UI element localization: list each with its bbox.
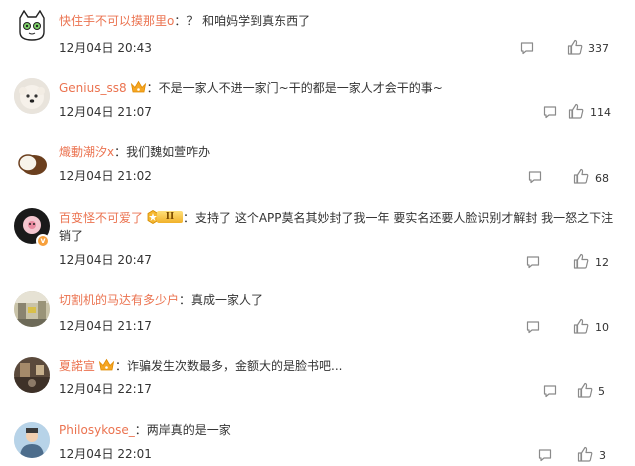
like-count: 114 <box>590 106 611 119</box>
like-button[interactable] <box>572 167 590 185</box>
reply-icon <box>543 106 557 119</box>
comment-item: Genius_ss8 ：不是一家人不进一家门~干的都是一家人才会干的事~ 12月0… <box>0 72 635 138</box>
username-link[interactable]: 快住手不可以摸那里o <box>59 14 174 28</box>
separator: ： <box>115 359 128 373</box>
like-button[interactable] <box>572 252 590 270</box>
cat-avatar <box>14 8 50 44</box>
comment-body: 熾動潮汐x：我们魏如萱咋办 <box>59 143 621 161</box>
crown-badge-icon <box>130 80 146 93</box>
comment-item: v 百变怪不可爱了 II ：支持了 这个APP莫名其妙封了我一年 要实名还要人脸识别… <box>0 200 635 269</box>
reply-button[interactable] <box>525 319 541 335</box>
reply-button[interactable] <box>542 383 558 399</box>
reply-icon <box>526 321 540 334</box>
comment-time: 12月04日 21:07 <box>59 105 152 119</box>
thumbs-up-icon <box>568 103 584 119</box>
level-badge-icon: II <box>147 210 184 224</box>
like-button[interactable] <box>567 102 585 120</box>
reply-button[interactable] <box>527 169 543 185</box>
username-link[interactable]: 熾動潮汐x <box>59 145 114 159</box>
comment-body: 夏諾宣 ：诈骗发生次数最多，金额大的是脸书吧... <box>59 357 621 375</box>
reply-button[interactable] <box>542 104 558 120</box>
separator: ： <box>114 145 127 159</box>
username-link[interactable]: 夏諾宣 <box>59 359 95 373</box>
comment-item: 熾動潮汐x：我们魏如萱咋办 12月04日 21:02 68 <box>0 138 635 204</box>
dog-avatar <box>14 78 50 114</box>
like-count: 5 <box>598 385 605 398</box>
reply-icon <box>538 449 552 462</box>
room-avatar <box>14 357 50 393</box>
like-button[interactable] <box>572 317 590 335</box>
like-count: 12 <box>595 256 609 269</box>
separator: ： <box>183 211 196 225</box>
avatar[interactable] <box>14 8 50 44</box>
like-button[interactable] <box>576 445 594 463</box>
comment-text: 不是一家人不进一家门~干的都是一家人才会干的事~ <box>158 81 443 95</box>
comment-time: 12月04日 21:02 <box>59 169 152 183</box>
comment-time: 12月04日 20:43 <box>59 41 152 55</box>
thumbs-up-icon <box>573 318 589 334</box>
like-button[interactable] <box>576 381 594 399</box>
username-link[interactable]: Genius_ss8 <box>59 81 127 95</box>
comment-text: 我们魏如萱咋办 <box>126 145 211 159</box>
comment-time: 12月04日 22:01 <box>59 447 152 461</box>
thumbs-up-icon <box>573 168 589 184</box>
comment-body: Philosykose_：两岸真的是一家 <box>59 421 621 439</box>
street-avatar <box>14 291 50 327</box>
level-badge-text: II <box>157 211 184 223</box>
avatar[interactable] <box>14 291 50 327</box>
username-link[interactable]: 百变怪不可爱了 <box>59 211 143 225</box>
thumbs-up-icon <box>573 253 589 269</box>
comment-time: 12月04日 21:17 <box>59 319 152 333</box>
comment-text: 真成一家人了 <box>191 293 264 307</box>
comment-text: 两岸真的是一家 <box>146 423 231 437</box>
avatar[interactable] <box>14 78 50 114</box>
separator: ： <box>179 293 192 307</box>
like-count: 10 <box>595 321 609 334</box>
thumbs-up-icon <box>577 446 593 462</box>
like-count: 3 <box>599 449 606 462</box>
person-avatar <box>14 422 50 458</box>
verified-badge-icon: v <box>36 234 50 248</box>
reply-icon <box>526 256 540 269</box>
comment-body: Genius_ss8 ：不是一家人不进一家门~干的都是一家人才会干的事~ <box>59 79 621 97</box>
username-link[interactable]: Philosykose_ <box>59 423 135 437</box>
avatar[interactable] <box>14 144 50 180</box>
separator: ： <box>174 14 187 28</box>
reply-button[interactable] <box>537 447 553 463</box>
comment-item: 快住手不可以摸那里o：？ 和咱妈学到真东西了 12月04日 20:43 337 <box>0 0 635 66</box>
avatar[interactable] <box>14 422 50 458</box>
reply-icon <box>520 42 534 55</box>
username-link[interactable]: 切割机的马达有多少户 <box>59 293 179 307</box>
comment-item: Philosykose_：两岸真的是一家 12月04日 22:01 3 <box>0 412 635 466</box>
reply-button[interactable] <box>519 40 535 56</box>
comment-text: 诈骗发生次数最多，金额大的是脸书吧... <box>127 359 343 373</box>
comment-time: 12月04日 22:17 <box>59 382 152 396</box>
thumbs-up-icon <box>567 39 583 55</box>
like-count: 337 <box>588 42 609 55</box>
comment-time: 12月04日 20:47 <box>59 253 152 267</box>
comment-body: 百变怪不可爱了 II ：支持了 这个APP莫名其妙封了我一年 要实名还要人脸识别才解… <box>59 209 621 245</box>
reply-icon <box>528 171 542 184</box>
crown-badge-icon <box>98 358 115 371</box>
comment-body: 切割机的马达有多少户：真成一家人了 <box>59 291 621 309</box>
reply-icon <box>543 385 557 398</box>
like-count: 68 <box>595 172 609 185</box>
separator: ： <box>134 423 147 437</box>
separator: ： <box>146 81 159 95</box>
like-button[interactable] <box>566 38 584 56</box>
comment-item: 夏諾宣 ：诈骗发生次数最多，金额大的是脸书吧... 12月04日 22:17 5 <box>0 350 635 416</box>
comment-text: ？ 和咱妈学到真东西了 <box>186 14 311 28</box>
thumbs-up-icon <box>577 382 593 398</box>
comment-body: 快住手不可以摸那里o：？ 和咱妈学到真东西了 <box>59 12 621 30</box>
coconut-avatar <box>14 144 50 180</box>
comment-item: 切割机的马达有多少户：真成一家人了 12月04日 21:17 10 <box>0 284 635 350</box>
reply-button[interactable] <box>525 254 541 270</box>
avatar[interactable] <box>14 357 50 393</box>
